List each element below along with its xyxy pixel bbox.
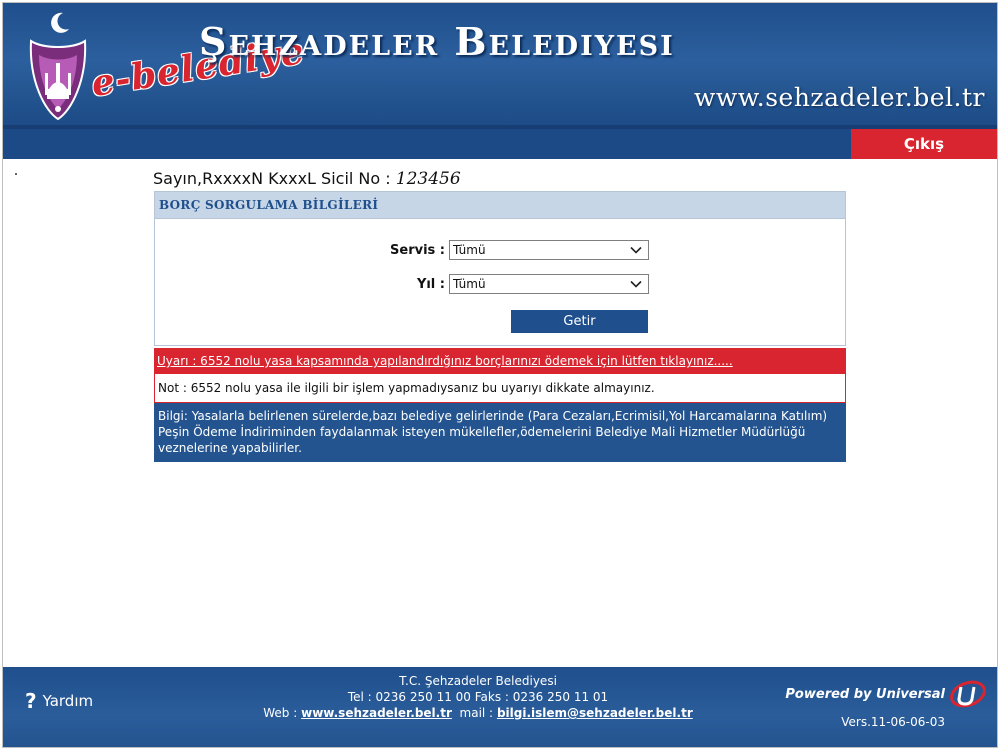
footer-contact: T.C. Şehzadeler Belediyesi Tel : 0236 25… <box>223 673 733 721</box>
debt-query-panel: BORÇ SORGULAMA BİLGİLERİ Servis : Tümü Y… <box>154 191 846 346</box>
decor-dot <box>15 173 17 175</box>
version-text: Vers.11-06-06-03 <box>841 715 945 729</box>
chevron-down-icon <box>630 246 642 254</box>
municipality-logo <box>29 12 87 121</box>
site-title: Şehzadeler Belediyesi <box>199 19 675 64</box>
user-greeting: Sayın,RxxxxN KxxxL Sicil No : 123456 <box>153 169 461 189</box>
service-label: Servis : <box>390 242 445 258</box>
service-row: Servis : Tümü <box>355 240 649 260</box>
question-mark-icon: ? <box>25 689 37 713</box>
web-link[interactable]: www.sehzadeler.bel.tr <box>301 706 452 720</box>
chevron-down-icon <box>630 280 642 288</box>
sicil-number: 123456 <box>395 169 461 189</box>
mail-label: mail : <box>459 706 494 720</box>
warning-link[interactable]: Uyarı : 6552 nolu yasa kapsamında yapıla… <box>157 354 733 368</box>
warning-bar: Uyarı : 6552 nolu yasa kapsamında yapıla… <box>154 348 846 374</box>
year-row: Yıl : Tümü <box>355 274 649 294</box>
site-footer: ? Yardım T.C. Şehzadeler Belediyesi Tel … <box>3 667 997 747</box>
year-select[interactable]: Tümü <box>449 274 649 294</box>
greeting-text: Sayın,RxxxxN KxxxL Sicil No : <box>153 169 391 188</box>
powered-by: Powered by Universal <box>785 687 945 702</box>
year-value: Tümü <box>453 277 486 291</box>
page-frame: e-belediye Şehzadeler Belediyesi www.seh… <box>2 2 998 748</box>
info-box: Bilgi: Yasalarla belirlenen sürelerde,ba… <box>154 403 846 462</box>
footer-links: Web : www.sehzadeler.bel.tr mail : bilgi… <box>223 705 733 721</box>
logout-button[interactable]: Çıkış <box>851 129 997 159</box>
help-label: Yardım <box>42 692 94 710</box>
site-header: e-belediye Şehzadeler Belediyesi www.seh… <box>3 3 997 129</box>
year-label: Yıl : <box>416 276 445 292</box>
nav-bar: Çıkış <box>3 129 997 159</box>
service-select[interactable]: Tümü <box>449 240 649 260</box>
universal-logo <box>950 680 986 708</box>
getir-button[interactable]: Getir <box>511 310 648 333</box>
web-label: Web : <box>263 706 298 720</box>
footer-phone: Tel : 0236 250 11 00 Faks : 0236 250 11 … <box>347 690 609 704</box>
footer-org: T.C. Şehzadeler Belediyesi <box>399 674 557 688</box>
note-text: Not : 6552 nolu yasa ile ilgili bir işle… <box>154 374 846 403</box>
mail-link[interactable]: bilgi.islem@sehzadeler.bel.tr <box>497 706 693 720</box>
help-link[interactable]: ? Yardım <box>25 689 93 713</box>
site-url: www.sehzadeler.bel.tr <box>694 83 985 112</box>
panel-heading: BORÇ SORGULAMA BİLGİLERİ <box>155 192 845 219</box>
service-value: Tümü <box>453 243 486 257</box>
